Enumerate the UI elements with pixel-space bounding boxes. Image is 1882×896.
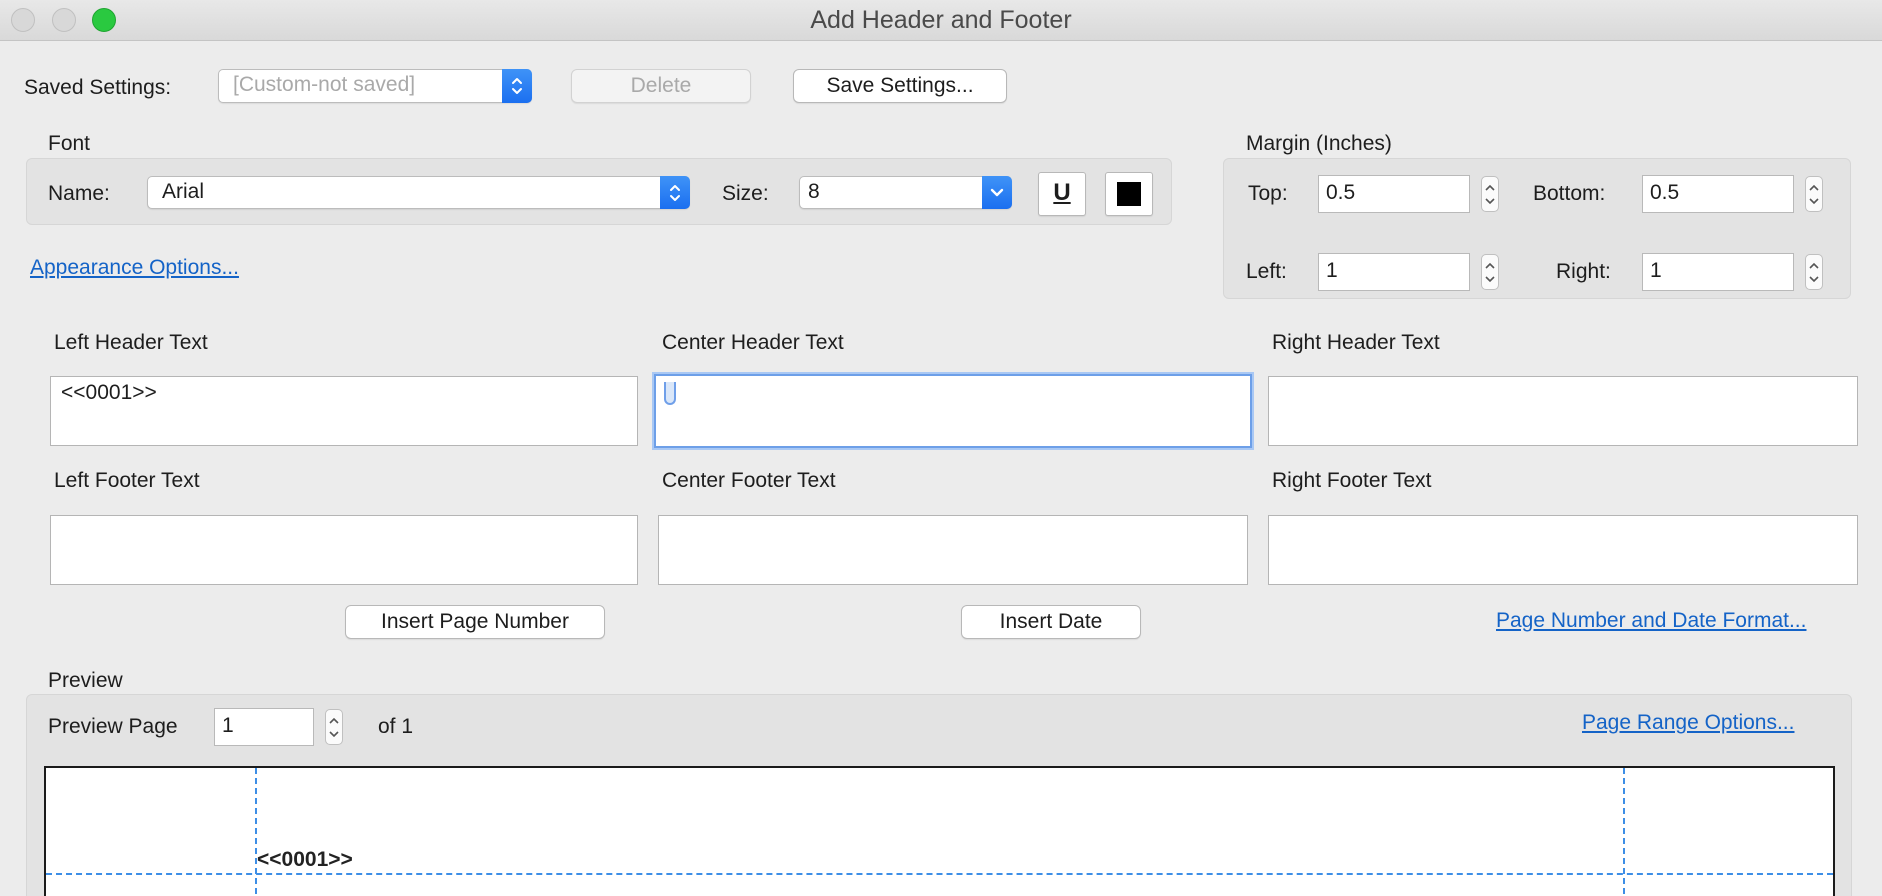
preview-page-label: Preview Page <box>48 715 178 738</box>
delete-button[interactable]: Delete <box>571 69 751 103</box>
left-footer-label: Left Footer Text <box>54 469 200 492</box>
margin-section-label: Margin (Inches) <box>1246 132 1392 155</box>
margin-right-label: Right: <box>1556 260 1611 283</box>
center-header-textarea[interactable] <box>654 374 1252 448</box>
stepper-down-icon[interactable] <box>1485 275 1495 283</box>
left-footer-textarea[interactable] <box>50 515 638 585</box>
text-cursor-icon <box>664 382 676 405</box>
preview-page-stepper[interactable] <box>325 709 343 745</box>
font-name-select[interactable]: Arial <box>147 176 690 209</box>
margin-bottom-field[interactable]: 0.5 <box>1642 175 1794 213</box>
left-header-value: <<0001>> <box>61 381 157 404</box>
saved-settings-value: [Custom-not saved] <box>233 73 416 96</box>
preview-section-label: Preview <box>48 669 123 692</box>
font-name-label: Name: <box>48 182 110 205</box>
appearance-options-link[interactable]: Appearance Options... <box>30 256 239 280</box>
right-footer-textarea[interactable] <box>1268 515 1858 585</box>
underline-button[interactable]: U <box>1038 172 1086 216</box>
up-down-chevron-icon <box>502 69 532 103</box>
font-size-combobox[interactable]: 8 <box>799 176 1012 209</box>
margin-right-field[interactable]: 1 <box>1642 253 1794 291</box>
stepper-down-icon[interactable] <box>329 730 339 738</box>
preview-page-field[interactable]: 1 <box>214 708 314 746</box>
page-range-options-link[interactable]: Page Range Options... <box>1582 711 1794 735</box>
margin-top-label: Top: <box>1248 182 1288 205</box>
window-title: Add Header and Footer <box>810 6 1072 34</box>
font-name-value: Arial <box>162 180 205 203</box>
margin-bottom-label: Bottom: <box>1533 182 1606 205</box>
center-footer-textarea[interactable] <box>658 515 1248 585</box>
left-header-textarea[interactable]: <<0001>> <box>50 376 638 446</box>
font-color-button[interactable] <box>1105 172 1153 216</box>
insert-date-button[interactable]: Insert Date <box>961 605 1141 639</box>
up-down-chevron-icon <box>660 176 690 209</box>
center-footer-label: Center Footer Text <box>662 469 836 492</box>
insert-page-number-button[interactable]: Insert Page Number <box>345 605 605 639</box>
left-header-label: Left Header Text <box>54 331 208 354</box>
stepper-down-icon[interactable] <box>1809 275 1819 283</box>
right-header-textarea[interactable] <box>1268 376 1858 446</box>
margin-top-stepper[interactable] <box>1481 176 1499 212</box>
preview-header-text: <<0001>> <box>257 848 353 871</box>
page-number-date-format-link[interactable]: Page Number and Date Format... <box>1496 609 1806 633</box>
stepper-up-icon[interactable] <box>1809 262 1819 269</box>
margin-top-field[interactable]: 0.5 <box>1318 175 1470 213</box>
font-size-label: Size: <box>722 182 769 205</box>
margin-bottom-stepper[interactable] <box>1805 176 1823 212</box>
left-margin-guide <box>255 768 257 896</box>
stepper-up-icon[interactable] <box>329 717 339 724</box>
margin-left-field[interactable]: 1 <box>1318 253 1470 291</box>
margin-left-stepper[interactable] <box>1481 254 1499 290</box>
font-section-label: Font <box>48 132 91 155</box>
chevron-down-icon[interactable] <box>982 176 1012 209</box>
stepper-up-icon[interactable] <box>1485 262 1495 269</box>
margin-right-stepper[interactable] <box>1805 254 1823 290</box>
preview-page-count: of 1 <box>378 715 414 738</box>
underline-icon: U <box>1053 179 1071 206</box>
center-header-label: Center Header Text <box>662 331 844 354</box>
top-margin-guide <box>46 873 1833 875</box>
saved-settings-select[interactable]: [Custom-not saved] <box>218 69 532 103</box>
saved-settings-label: Saved Settings: <box>24 76 172 99</box>
save-settings-button[interactable]: Save Settings... <box>793 69 1007 103</box>
margin-left-label: Left: <box>1246 260 1287 283</box>
right-header-label: Right Header Text <box>1272 331 1440 354</box>
stepper-up-icon[interactable] <box>1485 184 1495 191</box>
stepper-down-icon[interactable] <box>1809 197 1819 205</box>
preview-page-canvas: <<0001>> <box>44 766 1835 896</box>
stepper-up-icon[interactable] <box>1809 184 1819 191</box>
color-swatch <box>1117 182 1141 206</box>
font-size-value: 8 <box>808 180 820 203</box>
right-footer-label: Right Footer Text <box>1272 469 1432 492</box>
right-margin-guide <box>1623 768 1625 896</box>
stepper-down-icon[interactable] <box>1485 197 1495 205</box>
